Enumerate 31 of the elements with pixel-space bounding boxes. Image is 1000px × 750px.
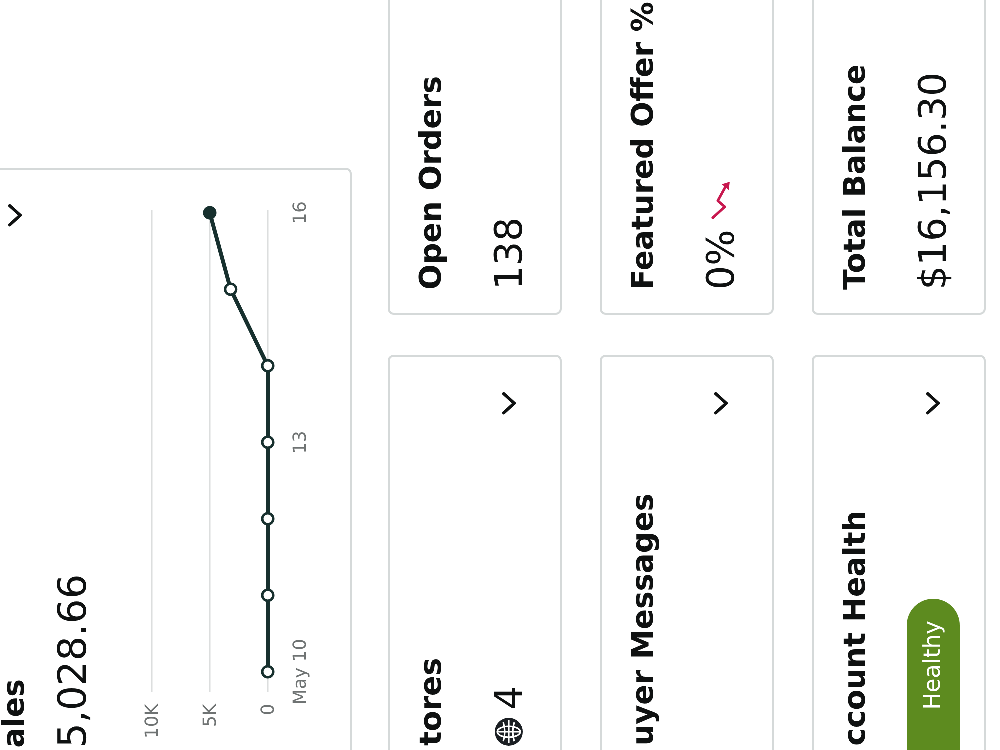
date-axis-label: 16: [290, 202, 311, 224]
value-axis-label: 10K: [142, 704, 163, 739]
card-value: $16,156.30: [912, 72, 954, 290]
chevron-icon[interactable]: [714, 392, 728, 415]
card-title: ccount Health: [838, 510, 874, 746]
data-point: [261, 436, 275, 450]
card-title: Featured Offer %: [626, 2, 662, 290]
data-point: [224, 282, 238, 296]
card-title: tores: [414, 658, 450, 746]
chevron-icon[interactable]: [502, 392, 516, 415]
card-title: ales: [0, 679, 30, 748]
card-value: 4: [488, 686, 530, 710]
data-point: [261, 588, 275, 602]
status-badge: Healthy: [906, 598, 960, 750]
sales-value: 5,028.66: [52, 574, 96, 748]
chevron-icon[interactable]: [8, 204, 22, 227]
globe-icon: [495, 718, 523, 746]
data-point: [203, 206, 217, 220]
data-point: [261, 665, 275, 679]
card-value: 138: [488, 217, 530, 290]
card-title: Open Orders: [414, 76, 450, 290]
value-axis-label: 5K: [200, 704, 221, 728]
chevron-icon[interactable]: [926, 392, 940, 415]
date-axis-label: May 10: [290, 639, 311, 705]
data-point: [261, 359, 275, 373]
data-point: [261, 512, 275, 526]
card-title: Total Balance: [838, 64, 874, 290]
card-value: 0%: [700, 230, 742, 290]
value-axis-label: 0: [258, 704, 279, 716]
date-axis-label: 13: [290, 431, 311, 454]
card-title: uyer Messages: [626, 494, 662, 746]
